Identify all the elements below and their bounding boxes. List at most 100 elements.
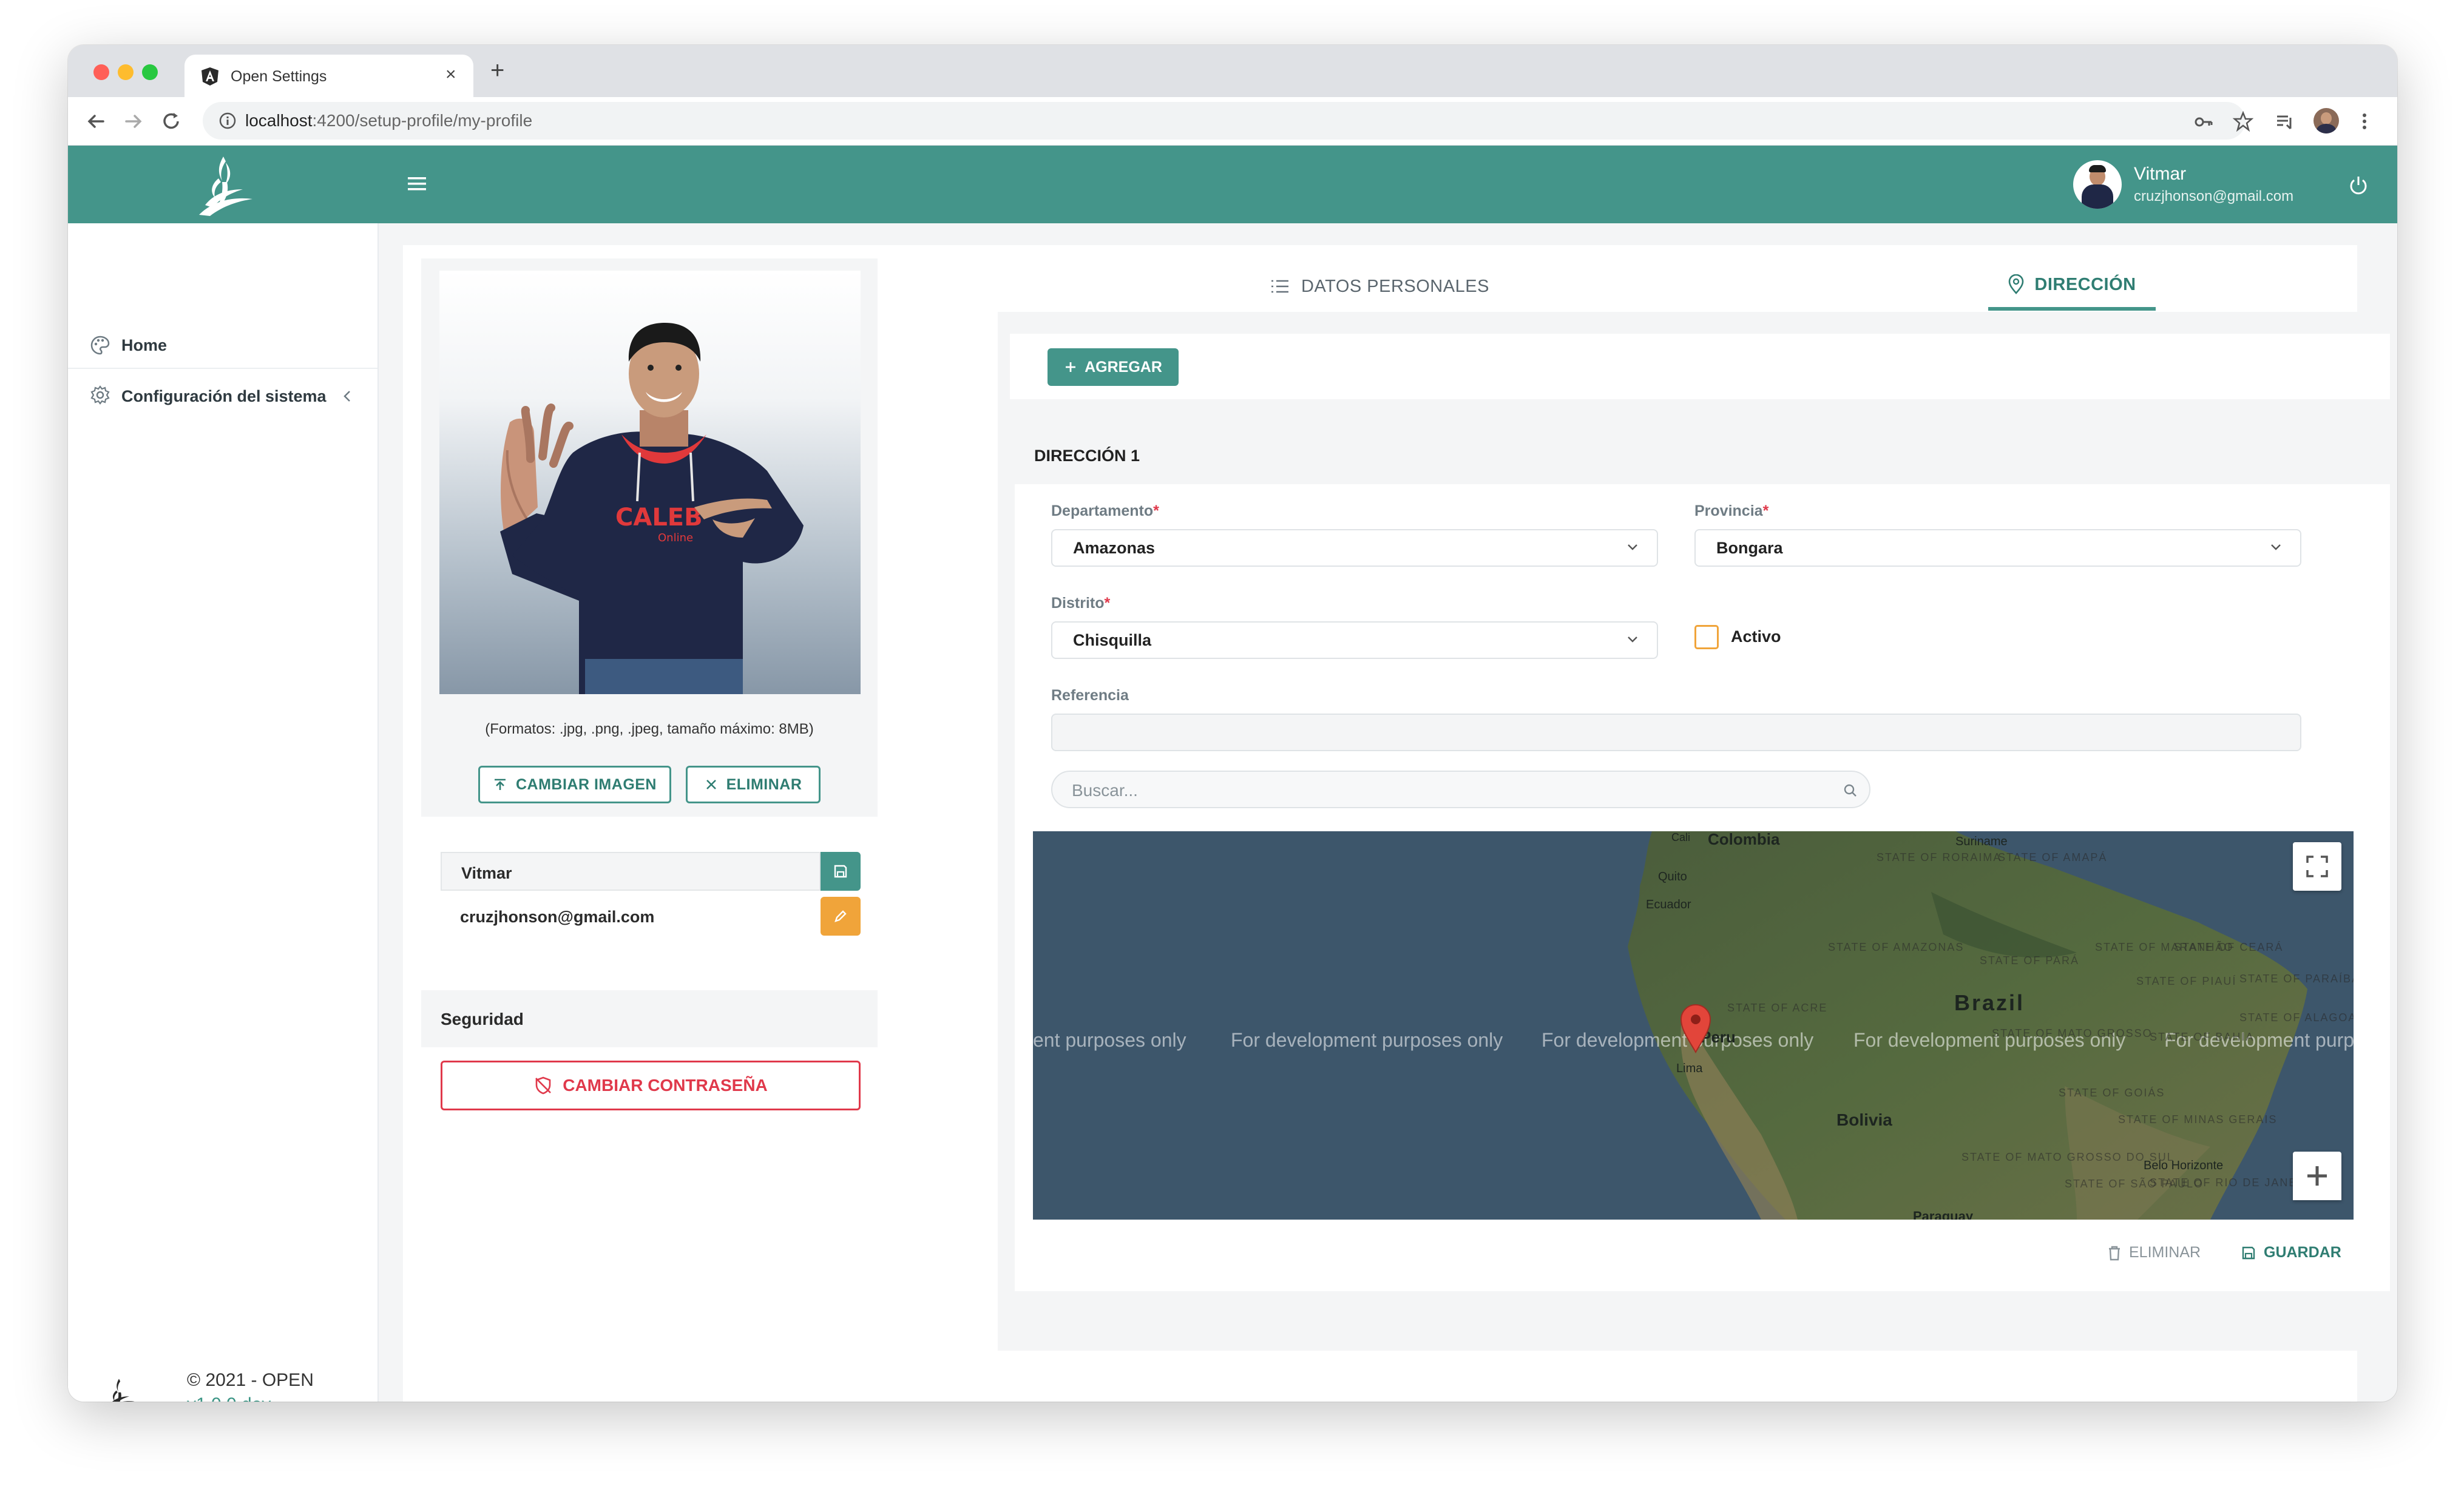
user-avatar[interactable] xyxy=(2073,160,2122,209)
map-label-suriname: Suriname xyxy=(1955,835,2008,848)
power-icon[interactable] xyxy=(2347,175,2369,197)
map-state-label: STATE OF AMAZONAS xyxy=(1828,941,1965,953)
reload-icon[interactable] xyxy=(160,110,182,132)
sidebar-item-system-config[interactable]: Configuración del sistema xyxy=(68,369,377,424)
browser-profile-avatar[interactable] xyxy=(2313,108,2339,133)
search-icon xyxy=(1844,784,1856,797)
map-label-quito: Quito xyxy=(1658,870,1687,883)
chevron-down-icon xyxy=(1628,636,1637,643)
url-path: :4200/setup-profile/my-profile xyxy=(312,111,533,130)
fullscreen-button[interactable] xyxy=(2293,842,2341,891)
logo-icon[interactable] xyxy=(187,154,260,217)
activo-label: Activo xyxy=(1731,627,1781,646)
distrito-label-text: Distrito xyxy=(1051,595,1105,612)
back-icon[interactable] xyxy=(85,110,107,132)
departamento-select[interactable]: Amazonas xyxy=(1051,529,1658,567)
map-label-brazil: Brazil xyxy=(1954,990,2025,1015)
map[interactable]: ent purposes only For development purpos… xyxy=(1033,831,2354,1220)
delete-image-button[interactable]: ELIMINAR xyxy=(686,766,821,803)
profile-name-field[interactable]: Vitmar xyxy=(441,852,821,891)
pencil-icon xyxy=(834,910,847,922)
map-state-label: STATE OF CEARÁ xyxy=(2174,941,2284,953)
provincia-select[interactable]: Bongara xyxy=(1694,529,2301,567)
browser-window: Open Settings × + localhost:4200/setup-p… xyxy=(68,45,2397,1402)
address-bar[interactable]: localhost:4200/setup-profile/my-profile xyxy=(203,102,2246,140)
map-label-bolivia: Bolivia xyxy=(1836,1110,1892,1129)
reading-list-icon[interactable] xyxy=(2275,112,2295,132)
footer-version-link[interactable]: v1.0.0 dev xyxy=(187,1394,271,1402)
address-actions-bar: AGREGAR xyxy=(1010,334,2390,399)
new-tab-icon[interactable]: + xyxy=(490,58,504,83)
map-state-label: STATE OF MARANHÃO xyxy=(2095,940,2232,954)
plus-icon xyxy=(2307,1166,2327,1186)
close-tab-icon[interactable]: × xyxy=(445,66,456,84)
header-user-name: Vitmar xyxy=(2134,164,2187,184)
angular-icon xyxy=(200,67,220,86)
required-marker: * xyxy=(1762,502,1769,519)
save-address-label: GUARDAR xyxy=(2264,1244,2341,1261)
url-host: localhost xyxy=(245,111,313,130)
footer-logo-icon xyxy=(100,1377,138,1402)
departamento-label-text: Departamento xyxy=(1051,502,1154,519)
bookmark-star-icon[interactable] xyxy=(2232,110,2254,132)
address-tab-panel: AGREGAR DIRECCIÓN 1 Departamento* Amazon… xyxy=(998,312,2397,1351)
change-password-button[interactable]: CAMBIAR CONTRASEÑA xyxy=(441,1061,861,1110)
maximize-window-button[interactable] xyxy=(142,64,158,80)
change-password-label: CAMBIAR CONTRASEÑA xyxy=(563,1076,768,1095)
map-watermark: For development purposes only xyxy=(1542,1029,1814,1051)
map-marker-icon[interactable] xyxy=(1679,1002,1713,1053)
edit-email-button[interactable] xyxy=(821,897,861,936)
map-state-label: STATE OF RIO DE JANEIRO xyxy=(2150,1177,2321,1189)
save-icon xyxy=(2242,1246,2255,1259)
zoom-in-button[interactable] xyxy=(2293,1152,2341,1200)
map-state-label: STATE OF MATO GROSSO DO SUL xyxy=(1961,1150,2173,1164)
map-watermark: For development purposes only xyxy=(1231,1029,1503,1051)
provincia-label-text: Provincia xyxy=(1694,502,1763,519)
map-state-label: STATE OF AMAPÁ xyxy=(1998,851,2108,863)
main-content: CALEB Online (Formatos: .jpg, .png, .jpe… xyxy=(403,245,2397,1402)
delete-address-button[interactable]: ELIMINAR xyxy=(2107,1244,2201,1261)
browser-tab[interactable]: Open Settings × xyxy=(184,55,473,97)
info-icon[interactable] xyxy=(218,112,237,130)
hamburger-menu-icon[interactable] xyxy=(408,176,426,192)
app-header: Vitmar cruzjhonson@gmail.com xyxy=(68,146,2397,223)
tab-address[interactable]: DIRECCIÓN xyxy=(1988,262,2156,311)
sidebar-item-home[interactable]: Home xyxy=(68,320,377,369)
save-address-button[interactable]: GUARDAR xyxy=(2241,1244,2341,1261)
map-state-label: STATE OF GOIÁS xyxy=(2059,1087,2165,1099)
forward-icon[interactable] xyxy=(123,110,144,132)
tab-personal-data[interactable]: DATOS PERSONALES xyxy=(1270,262,1489,311)
change-image-button[interactable]: CAMBIAR IMAGEN xyxy=(478,766,671,803)
person-illustration: CALEB Online xyxy=(500,323,804,694)
location-pin-icon xyxy=(2009,274,2024,294)
add-address-button[interactable]: AGREGAR xyxy=(1048,348,1179,386)
map-search-placeholder: Buscar... xyxy=(1072,781,1138,800)
plus-icon xyxy=(1066,362,1076,372)
delete-image-label: ELIMINAR xyxy=(726,775,802,793)
map-state-label: STATE OF PARÁ xyxy=(1980,954,2080,967)
browser-tab-strip: Open Settings × + xyxy=(68,45,2397,97)
hoodie-text: CALEB xyxy=(615,504,703,532)
chevron-down-icon xyxy=(1628,544,1637,550)
distrito-select[interactable]: Chisquilla xyxy=(1051,621,1658,659)
departamento-label: Departamento* xyxy=(1051,502,1159,520)
distrito-label: Distrito* xyxy=(1051,595,1110,612)
referencia-label: Referencia xyxy=(1051,687,1129,704)
map-state-label: STATE OF RORAIMA xyxy=(1877,851,2002,863)
save-name-button[interactable] xyxy=(821,852,861,891)
minimize-window-button[interactable] xyxy=(118,64,134,80)
map-search-input[interactable]: Buscar... xyxy=(1051,771,1870,808)
activo-checkbox[interactable] xyxy=(1694,625,1719,649)
close-window-button[interactable] xyxy=(93,64,109,80)
url-text: localhost:4200/setup-profile/my-profile xyxy=(245,111,532,130)
map-label-cali: Cali xyxy=(1671,831,1691,843)
address-card: DIRECCIÓN 1 Departamento* Amazonas Provi… xyxy=(1015,427,2390,1291)
tab-title: Open Settings xyxy=(231,68,327,85)
key-icon[interactable] xyxy=(2193,112,2214,132)
security-title: Seguridad xyxy=(421,990,878,1047)
more-menu-icon[interactable] xyxy=(2361,110,2368,132)
chevron-down-icon xyxy=(2271,544,2281,550)
palette-icon xyxy=(90,335,110,356)
referencia-input[interactable] xyxy=(1051,714,2301,751)
footer-copyright: © 2021 - OPEN xyxy=(187,1370,314,1390)
